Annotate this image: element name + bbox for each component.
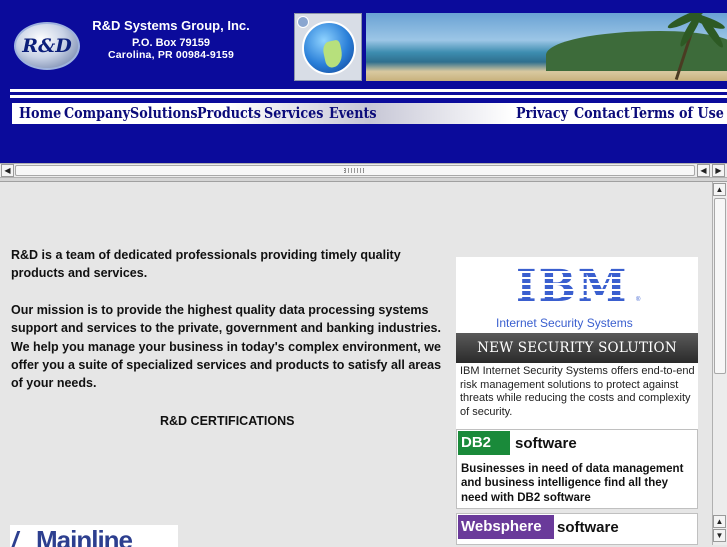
nav-terms[interactable]: Terms of Use (631, 105, 724, 122)
frame-separator[interactable] (0, 178, 727, 182)
horizontal-scroll-thumb[interactable] (15, 165, 695, 176)
ibm-ad[interactable]: IBM ® Internet Security Systems (456, 257, 698, 333)
scroll-left-button[interactable]: ◀ (1, 164, 14, 177)
company-name: R&D Systems Group, Inc. (92, 18, 250, 33)
site-header: R&D R&D Systems Group, Inc. P.O. Box 791… (0, 0, 727, 163)
ibm-description: IBM Internet Security Systems offers end… (456, 363, 698, 429)
scroll-up-button[interactable]: ▲ (713, 183, 726, 196)
websphere-ad[interactable]: Websphere software (456, 513, 698, 545)
logo-text: R&D (22, 35, 72, 57)
beach-hill (546, 31, 727, 71)
mainline-logo[interactable]: Mainline (10, 525, 178, 547)
nav-home[interactable]: Home (19, 105, 61, 122)
scroll-down-button[interactable]: ▼ (713, 529, 726, 542)
vertical-scrollbar[interactable]: ▲ ▲ ▼ (712, 182, 727, 545)
scroll-right-button[interactable]: ◀ (697, 164, 710, 177)
db2-tag: DB2 (458, 431, 510, 455)
scroll-right-button-2[interactable]: ▶ (712, 164, 725, 177)
mission-text: Our mission is to provide the highest qu… (11, 303, 442, 391)
websphere-software-label: software (557, 519, 619, 536)
nav-company[interactable]: Company (64, 105, 130, 122)
nav-solutions[interactable]: Solutions (130, 105, 198, 122)
main-nav: Home Company Solutions Products Services… (12, 103, 727, 124)
globe-icon (302, 21, 356, 75)
nav-contact[interactable]: Contact (574, 105, 630, 122)
beach-banner-image (366, 13, 727, 81)
company-logo[interactable]: R&D (14, 22, 80, 70)
nav-events[interactable]: Events (329, 105, 377, 122)
ibm-registered-mark: ® (636, 297, 641, 303)
seal-icon (297, 16, 309, 28)
scroll-up-button-2[interactable]: ▲ (713, 515, 726, 528)
db2-software-label: software (515, 435, 577, 452)
header-stripe (10, 89, 727, 92)
db2-ad[interactable]: DB2 software Businesses in need of data … (456, 429, 698, 509)
intro-text: R&D is a team of dedicated professionals… (11, 248, 401, 281)
nav-services[interactable]: Services (264, 105, 323, 122)
company-po-box: P.O. Box 79159 (131, 37, 211, 49)
nav-privacy[interactable]: Privacy (516, 105, 568, 122)
vertical-scroll-thumb[interactable] (714, 198, 726, 374)
header-stripe (10, 95, 727, 98)
db2-description: Businesses in need of data management an… (461, 463, 684, 504)
nav-products[interactable]: Products (197, 105, 261, 122)
new-security-banner[interactable]: NEW SECURITY SOLUTION (456, 333, 698, 363)
company-city: Carolina, PR 00984-9159 (107, 49, 234, 61)
land-shape (321, 39, 345, 69)
websphere-tag: Websphere (458, 515, 554, 539)
ibm-logo: IBM (516, 261, 629, 312)
certifications-heading: R&D CERTIFICATIONS (160, 414, 295, 428)
puerto-rico-map-image (294, 13, 362, 81)
mainline-logo-text: Mainline (36, 525, 133, 547)
ibm-subtitle: Internet Security Systems (496, 316, 633, 330)
scroll-grip-icon (344, 168, 364, 173)
horizontal-scrollbar[interactable]: ◀ ◀ ▶ (0, 163, 727, 178)
main-content: R&D is a team of dedicated professionals… (0, 183, 712, 547)
